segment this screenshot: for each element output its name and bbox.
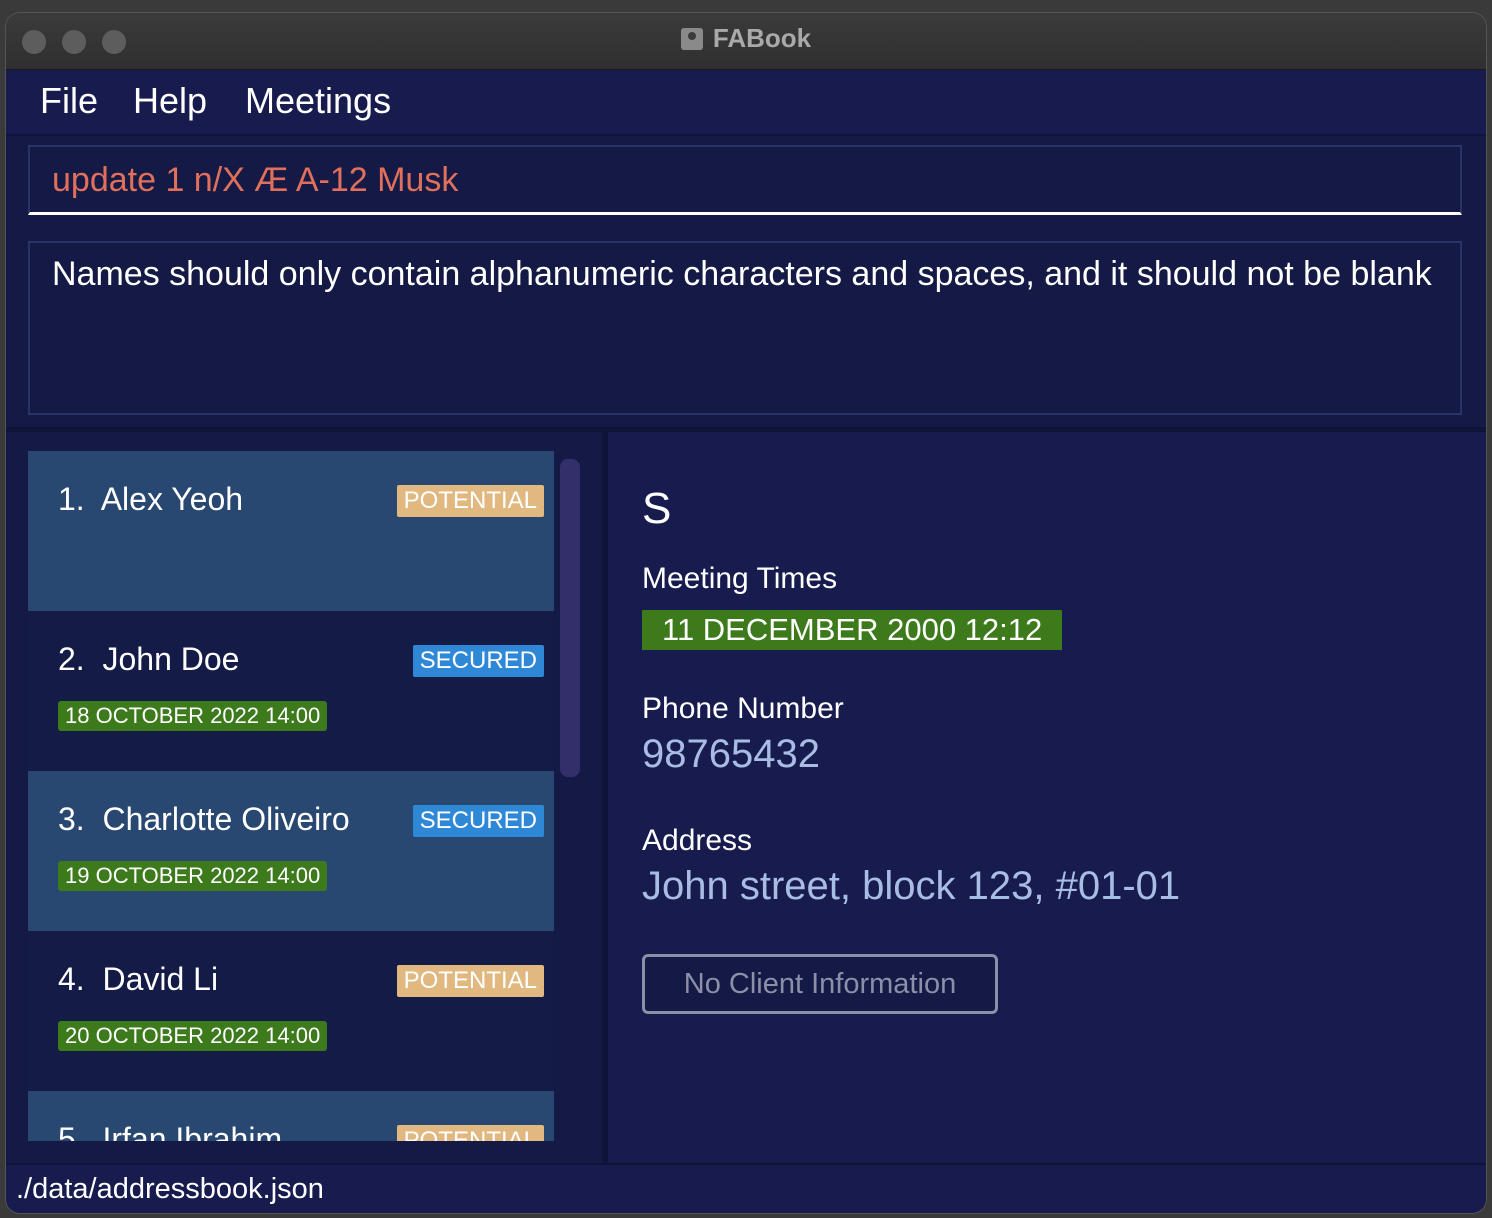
address-value: John street, block 123, #01-01 <box>642 864 1181 908</box>
client-name: 5. Irfan Ibrahim <box>58 1121 283 1141</box>
client-meeting-badge: 18 OCTOBER 2022 14:00 <box>58 701 328 731</box>
result-message: Names should only contain alphanumeric c… <box>52 255 1432 293</box>
address-label: Address <box>642 824 753 857</box>
client-tag: POTENTIAL <box>396 485 544 517</box>
client-name: 1. Alex Yeoh <box>58 481 244 517</box>
client-card[interactable]: 5. Irfan Ibrahim POTENTIAL <box>28 1091 554 1141</box>
client-detail-panel: S Meeting Times 11 DECEMBER 2000 12:12 P… <box>608 432 1486 1162</box>
client-meeting-badge: 19 OCTOBER 2022 14:00 <box>58 861 328 891</box>
client-list[interactable]: 1. Alex Yeoh POTENTIAL 2. John Doe SECUR… <box>28 451 554 1141</box>
client-tag: POTENTIAL <box>396 965 544 997</box>
detail-meeting-badge: 11 DECEMBER 2000 12:12 <box>642 610 1063 650</box>
client-information-button[interactable]: No Client Information <box>642 954 998 1014</box>
status-bar: ./data/addressbook.json <box>6 1163 1486 1213</box>
client-card[interactable]: 2. John Doe SECURED 18 OCTOBER 2022 14:0… <box>28 611 554 771</box>
data-file-path: ./data/addressbook.json <box>16 1173 324 1205</box>
app-icon <box>680 28 703 50</box>
phone-label: Phone Number <box>642 692 844 725</box>
app-window: FABook File Help Meetings update 1 n/X Æ… <box>6 13 1486 1213</box>
client-tag: POTENTIAL <box>396 1125 544 1141</box>
client-card[interactable]: 3. Charlotte Oliveiro SECURED 19 OCTOBER… <box>28 771 554 931</box>
client-name: 3. Charlotte Oliveiro <box>58 801 350 837</box>
client-meeting-badge: 20 OCTOBER 2022 14:00 <box>58 1021 328 1051</box>
command-input[interactable]: update 1 n/X Æ A-12 Musk <box>28 145 1462 215</box>
detail-client-name: S <box>642 484 672 533</box>
client-card[interactable]: 4. David Li POTENTIAL 20 OCTOBER 2022 14… <box>28 931 554 1091</box>
client-name: 4. David Li <box>58 961 219 997</box>
menu-meetings[interactable]: Meetings <box>245 80 391 122</box>
menu-file[interactable]: File <box>40 80 98 122</box>
window-title-text: FABook <box>712 23 812 53</box>
title-bar: FABook <box>6 13 1486 70</box>
client-tag: SECURED <box>412 645 544 677</box>
menu-help[interactable]: Help <box>133 80 207 122</box>
window-title: FABook <box>6 23 1486 54</box>
result-display: Names should only contain alphanumeric c… <box>28 241 1462 415</box>
menu-bar: File Help Meetings <box>6 70 1486 136</box>
list-scrollbar[interactable] <box>560 459 580 777</box>
meeting-times-label: Meeting Times <box>642 562 838 595</box>
client-tag: SECURED <box>412 805 544 837</box>
client-card[interactable]: 1. Alex Yeoh POTENTIAL <box>28 451 554 611</box>
phone-value: 98765432 <box>642 732 820 776</box>
client-name: 2. John Doe <box>58 641 240 677</box>
